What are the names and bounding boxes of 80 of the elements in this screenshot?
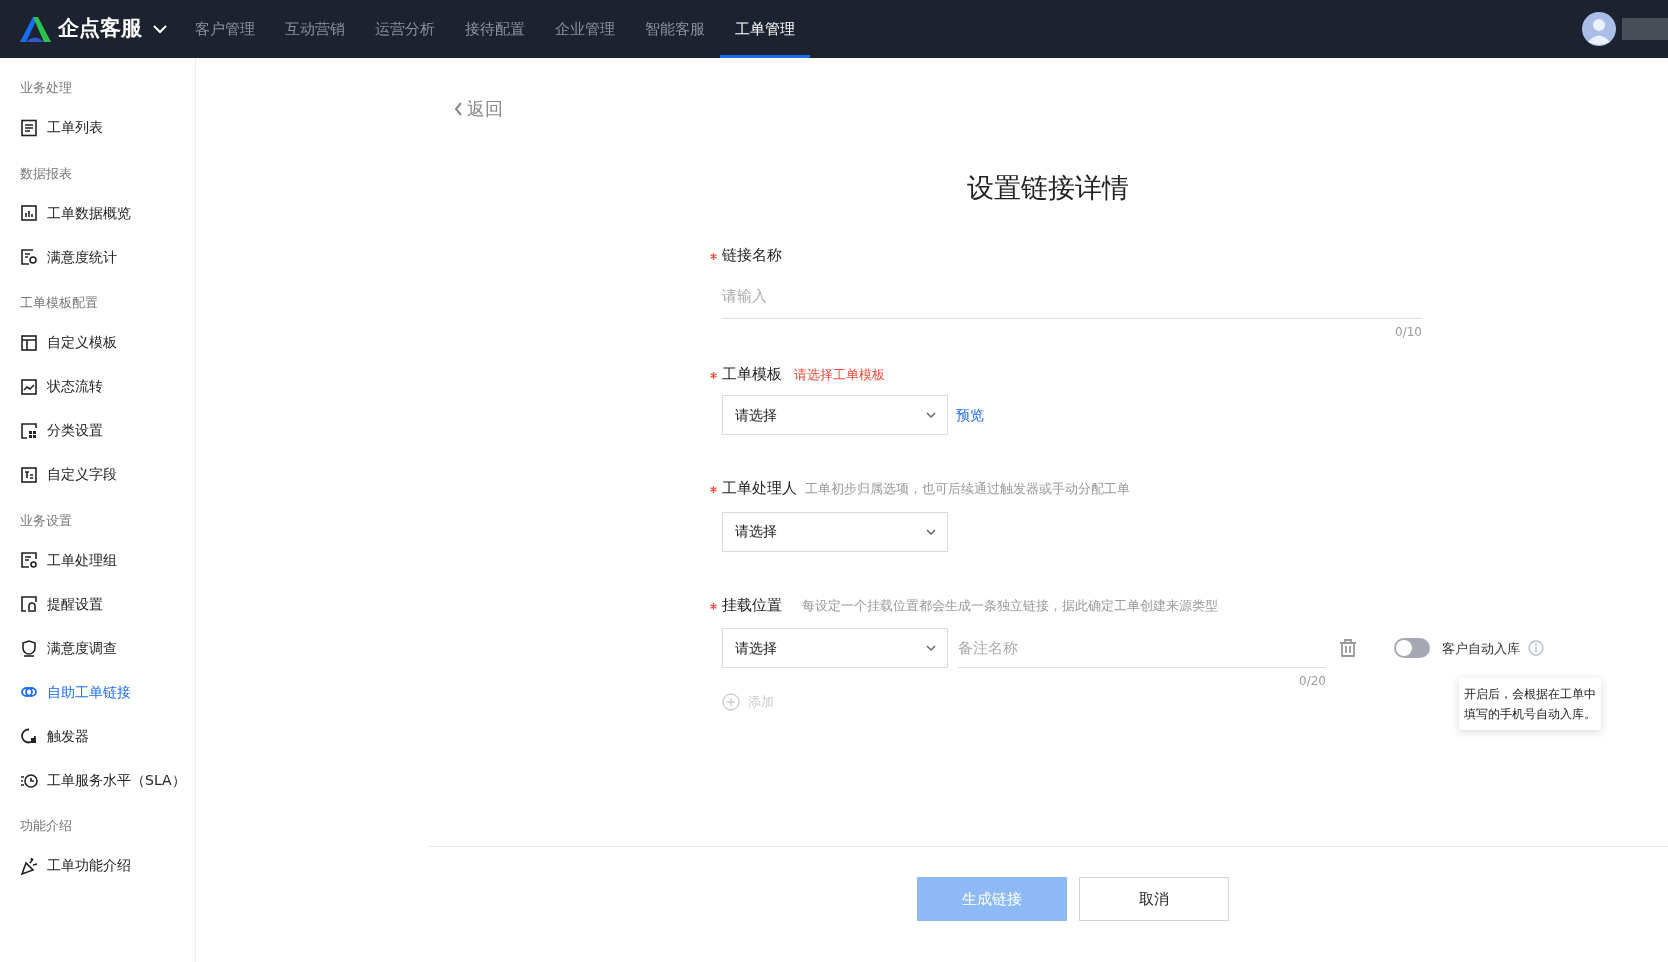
blurred-block [1622, 18, 1668, 40]
item-label: 触发器 [47, 726, 89, 746]
sidebar-item[interactable]: 满意度统计 [20, 235, 195, 279]
info-icon [1528, 640, 1544, 657]
preview-link[interactable]: 预览 [956, 404, 984, 426]
shield-icon [20, 639, 38, 657]
field-label: 链接名称 [722, 245, 782, 267]
sidebar-item[interactable]: 自定义字段 [20, 452, 195, 497]
field-label: 工单处理人 [722, 478, 797, 500]
item-label: 工单处理组 [47, 550, 117, 570]
back-link[interactable]: 返回 [453, 95, 503, 122]
section-heading: 业务设置 [20, 511, 73, 530]
item-label: 提醒设置 [47, 594, 103, 614]
select-field[interactable]: 请选择 [722, 628, 948, 669]
group-settings-icon [20, 551, 38, 569]
sidebar-item[interactable]: 自助工单链接 [20, 670, 195, 714]
chevron-left-icon [453, 100, 463, 117]
avatar-icon [1582, 12, 1616, 46]
nav-tab[interactable]: 企业管理 [540, 0, 630, 58]
item-label: 工单列表 [47, 118, 103, 137]
bell-icon [20, 595, 38, 613]
error-message: 请选择工单模板 [794, 365, 885, 384]
item-label: 自定义模板 [47, 333, 117, 352]
back-label: 返回 [467, 97, 503, 121]
sidebar-item[interactable]: 工单数据概览 [20, 191, 195, 235]
plus-circle-icon [722, 693, 740, 712]
item-label: 自助工单链接 [47, 682, 131, 702]
page-title: 设置链接详情 [966, 172, 1130, 205]
char-counter: 0/20 [1299, 674, 1326, 689]
toggle-label: 客户自动入库 [1442, 639, 1520, 658]
sidebar-item[interactable]: 满意度调查 [20, 626, 195, 670]
hint-text: 工单初步归属选项，也可后续通过触发器或手动分配工单 [805, 480, 1130, 499]
nav-tab[interactable]: 智能客服 [630, 0, 720, 58]
document-icon [20, 118, 38, 137]
sidebar-item[interactable]: 状态流转 [20, 364, 195, 409]
item-label: 工单服务水平（SLA） [47, 770, 186, 790]
trash-icon[interactable] [1338, 638, 1358, 659]
sidebar-item[interactable]: 工单服务水平（SLA） [20, 758, 195, 802]
section-heading: 功能介绍 [20, 817, 73, 835]
item-label: 状态流转 [47, 377, 103, 396]
sidebar-item[interactable]: 分类设置 [20, 408, 195, 453]
item-label: 自定义字段 [47, 465, 117, 484]
select-field[interactable]: 请选择 [722, 395, 948, 436]
nav-tab[interactable]: 运营分析 [360, 0, 450, 58]
logo-icon [18, 15, 52, 43]
nav-tab[interactable]: 接待配置 [450, 0, 540, 58]
sidebar-item[interactable]: 工单列表 [20, 105, 195, 150]
text-field-icon [20, 465, 38, 484]
party-popper-icon [20, 856, 38, 875]
select-field[interactable]: 请选择 [722, 511, 948, 552]
item-label: 工单功能介绍 [47, 856, 131, 875]
brand-name: 企点客服 [58, 15, 142, 43]
item-label: 满意度调查 [47, 638, 117, 658]
field-label: 工单模板 [722, 363, 782, 385]
toggle-switch[interactable] [1394, 638, 1430, 659]
layout-icon [20, 333, 38, 352]
line-chart-icon [20, 377, 38, 396]
sidebar-item[interactable]: 工单功能介绍 [20, 843, 195, 888]
nav-tab[interactable]: 客户管理 [180, 0, 270, 58]
char-counter: 0/10 [1395, 324, 1422, 339]
tooltip-popup: 开启后，会根据在工单中填写的手机号自动入库。 [1459, 678, 1601, 731]
sidebar-item[interactable]: 自定义模板 [20, 320, 195, 365]
field-label: 挂载位置 [722, 594, 782, 616]
cancel-button[interactable]: 取消 [1079, 877, 1229, 921]
section-heading: 业务处理 [20, 79, 73, 97]
sidebar-item[interactable]: 工单处理组 [20, 538, 195, 582]
clipboard-icon [20, 248, 38, 266]
section-heading: 工单模板配置 [20, 294, 99, 312]
sidebar-item[interactable]: 提醒设置 [20, 582, 195, 626]
item-label: 分类设置 [47, 421, 103, 440]
nav-tab[interactable]: 互动营销 [270, 0, 360, 58]
circle-icon [20, 727, 38, 745]
nav-tab[interactable]: 工单管理 [720, 0, 810, 58]
clock-icon [20, 771, 38, 789]
sidebar-item[interactable]: 触发器 [20, 714, 195, 758]
section-heading: 数据报表 [20, 164, 73, 183]
bar-chart-icon [20, 204, 38, 222]
grid-icon [20, 421, 38, 440]
item-label: 满意度统计 [47, 247, 117, 267]
item-label: 工单数据概览 [47, 203, 131, 223]
